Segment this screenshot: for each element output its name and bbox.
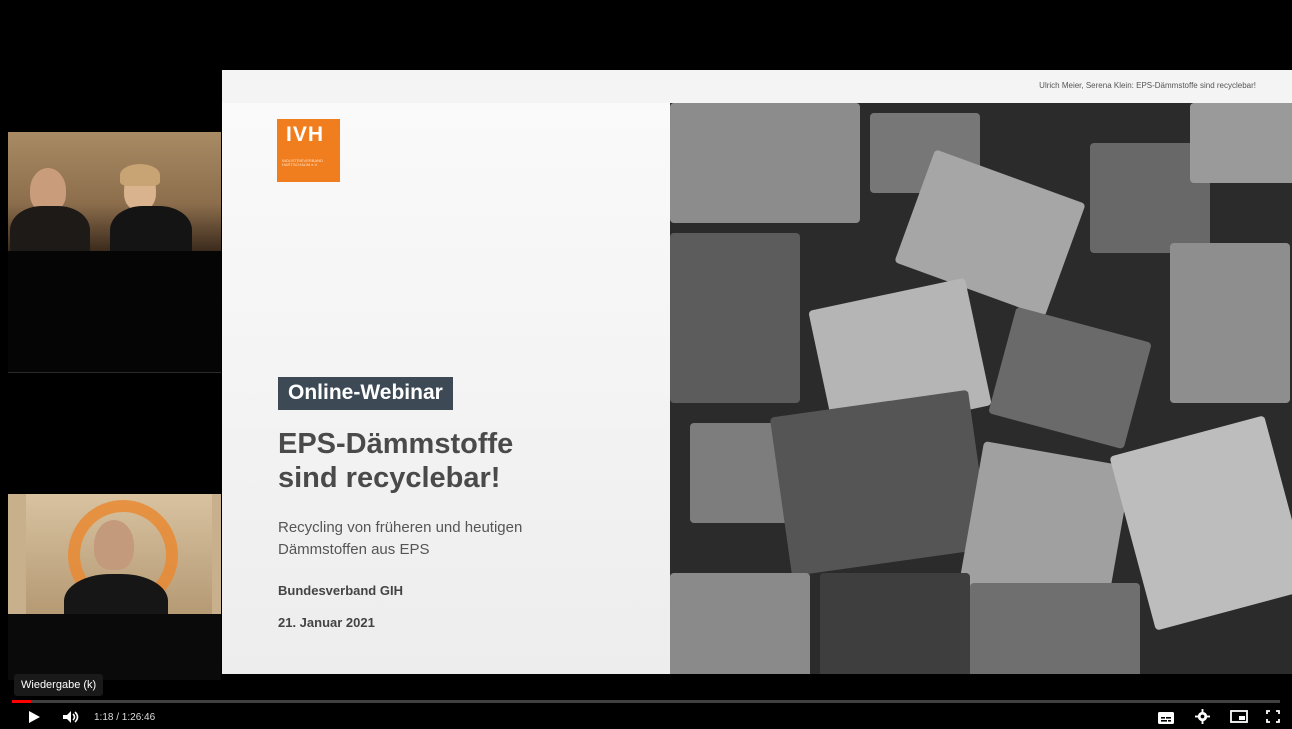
foam-cube [670,233,800,403]
volume-icon[interactable] [62,710,80,729]
camera-2-shadow-area [8,614,221,680]
ivh-logo: IVH INDUSTRIEVERBAND HARTSCHAUM e.V. [277,119,340,182]
webinar-badge: Online-Webinar [278,377,453,410]
slide-title-line-1: EPS-Dämmstoffe [278,428,514,460]
camera-divider [8,372,221,373]
slide-text-panel: IVH INDUSTRIEVERBAND HARTSCHAUM e.V. Onl… [222,103,670,674]
speaker-man-body [10,206,90,251]
foam-cube [988,306,1152,450]
foam-cube [1190,103,1292,183]
speaker-camera-2 [8,494,221,614]
miniplayer-icon[interactable] [1230,710,1248,728]
foam-cube [769,389,991,577]
speaker-head [94,520,134,570]
camera-1-black-area [8,251,221,373]
presentation-slide: Ulrich Meier, Serena Klein: EPS-Dämmstof… [222,70,1292,674]
speaker-woman-body [110,206,192,251]
settings-icon[interactable] [1195,709,1210,729]
slide-title-line-2: sind recyclebar! [278,462,501,494]
ivh-logo-text: IVH [286,123,325,146]
foam-cube [1170,243,1290,403]
subtitles-icon[interactable] [1158,711,1174,729]
progress-bar-played [12,700,31,703]
video-player[interactable]: Ulrich Meier, Serena Klein: EPS-Dämmstof… [0,0,1292,729]
foam-cube [670,573,810,674]
speaker-camera-1 [8,132,221,251]
slide-subtitle-line-2: Dämmstoffen aus EPS [278,541,430,558]
foam-cube [820,573,970,674]
slide-subtitle-line-1: Recycling von früheren und heutigen [278,519,523,536]
slide-date: 21. Januar 2021 [278,615,375,630]
progress-bar[interactable] [12,700,1280,703]
time-display: 1:18 / 1:26:46 [94,712,156,723]
slide-organizer: Bundesverband GIH [278,583,403,598]
foam-cube [670,103,860,223]
player-controls [0,706,1292,729]
eps-foam-photo [670,103,1292,674]
play-icon[interactable] [27,710,41,729]
speaker-woman-hair [120,164,160,186]
slide-subtitle: Recycling von früheren und heutigen Dämm… [278,517,658,561]
slide-header-text: Ulrich Meier, Serena Klein: EPS-Dämmstof… [1039,81,1256,90]
slide-header-bar: Ulrich Meier, Serena Klein: EPS-Dämmstof… [222,70,1292,103]
play-tooltip: Wiedergabe (k) [14,674,104,696]
ivh-logo-tagline: INDUSTRIEVERBAND HARTSCHAUM e.V. [282,159,323,167]
slide-title: EPS-Dämmstoffe sind recyclebar! [278,427,658,495]
foam-cube [970,583,1140,674]
fullscreen-icon[interactable] [1266,710,1280,728]
speaker-body [64,574,168,614]
